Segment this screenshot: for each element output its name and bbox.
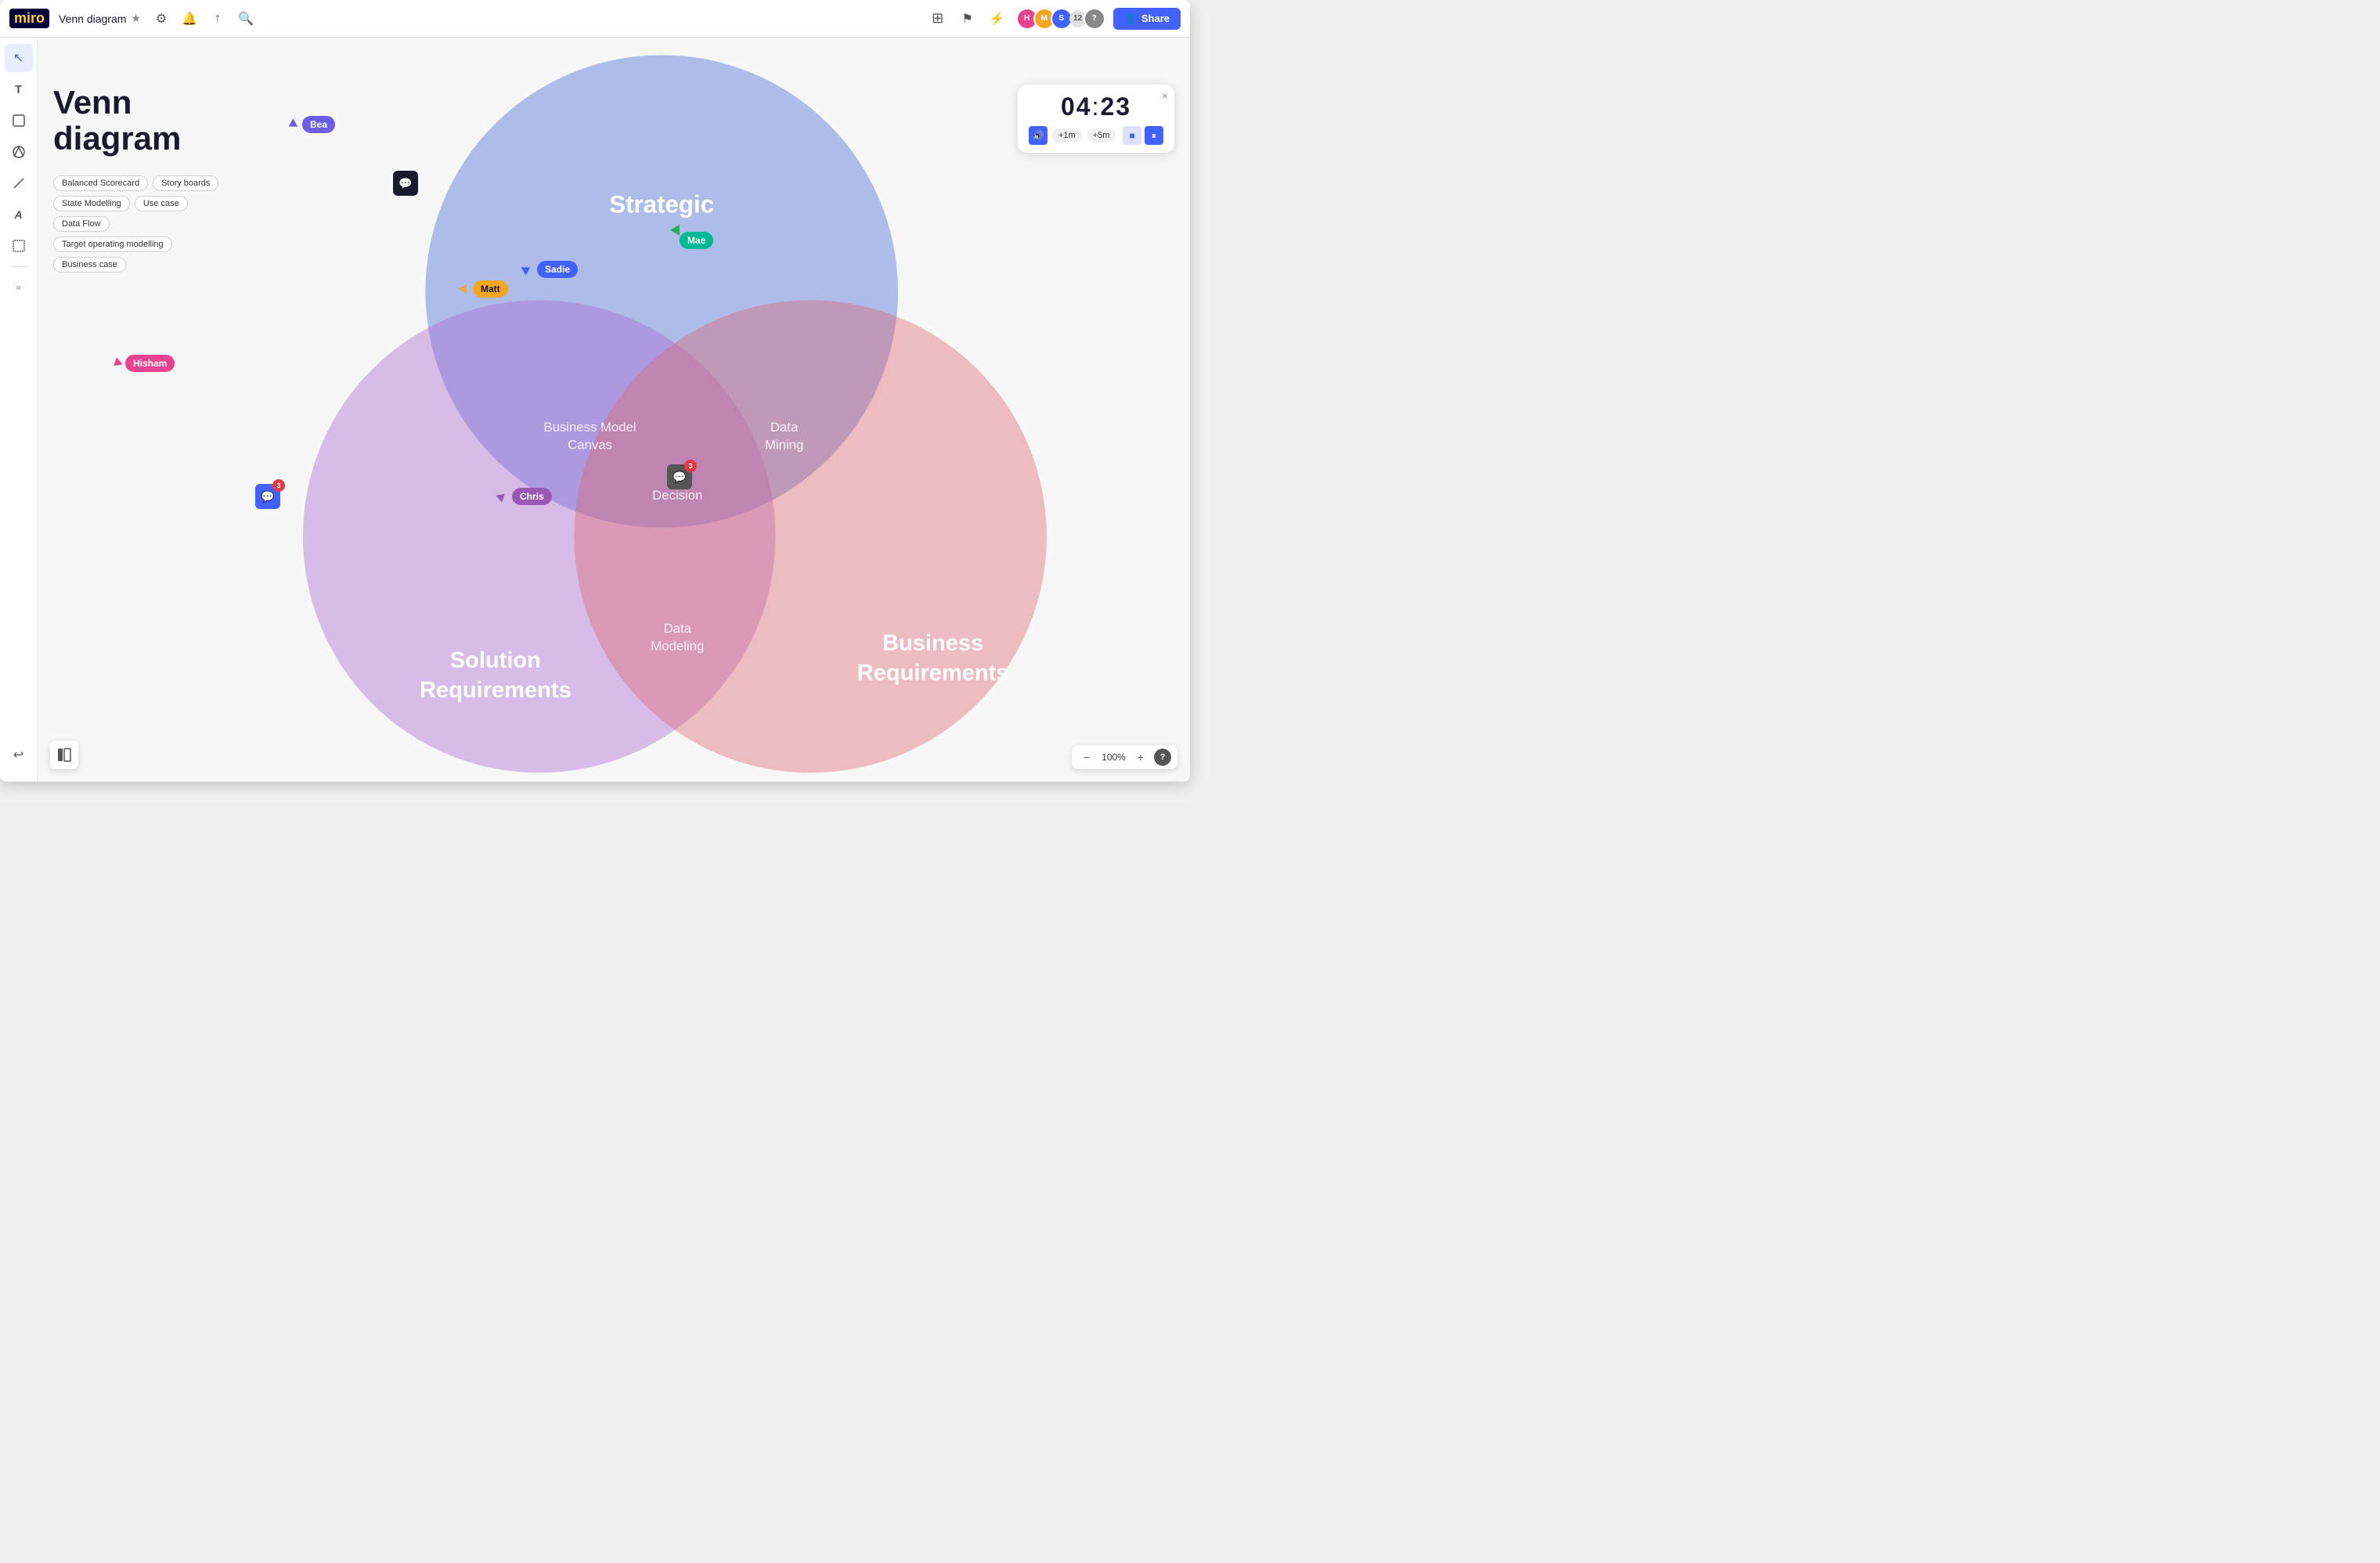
share-person-icon: 👤 <box>1124 13 1137 25</box>
zoom-controls: − 100% + ? <box>1072 745 1177 769</box>
lightning-icon[interactable]: ⚡ <box>986 8 1008 30</box>
tag-state-modelling[interactable]: State Modelling <box>53 196 130 211</box>
timer-display: 04:23 <box>1029 92 1163 121</box>
zoom-level[interactable]: 100% <box>1100 752 1127 763</box>
comment-icon-top[interactable]: 💬 <box>393 171 418 196</box>
comment-icon-right[interactable]: 💬 3 <box>667 464 692 489</box>
tool-sticky[interactable] <box>5 106 33 135</box>
canvas-left-panel: Venn diagram Balanced Scorecard Story bo… <box>53 85 225 273</box>
label-decision: Decision <box>652 488 702 503</box>
share-button[interactable]: 👤 Share <box>1113 8 1181 30</box>
tool-cursor[interactable]: ↖ <box>5 44 33 72</box>
label-business-2: Requirements <box>857 660 1009 685</box>
share-label: Share <box>1141 13 1170 24</box>
tool-undo[interactable]: ↩ <box>5 741 33 769</box>
comment-right-symbol: 💬 <box>673 471 686 484</box>
label-data-mining-2: Mining <box>765 437 803 452</box>
timer-add-5m[interactable]: +5m <box>1087 128 1116 143</box>
avatar-extra: ? <box>1084 8 1105 30</box>
grid-icon[interactable]: ⊞ <box>927 8 949 30</box>
zoom-out-button[interactable]: − <box>1078 749 1095 766</box>
comment-badge-right: 3 <box>684 460 697 472</box>
label-data-mining-1: Data <box>770 420 799 435</box>
left-sidebar: ↖ T A » ↩ <box>0 38 38 782</box>
label-strategic: Strategic <box>609 191 714 218</box>
tool-shapes[interactable] <box>5 138 33 166</box>
tag-data-flow[interactable]: Data Flow <box>53 216 110 232</box>
top-bar-right: ⊞ ⚑ ⚡ H M S 12 ? 👤 Share <box>927 8 1181 30</box>
timer-stop-btn[interactable]: ■ <box>1123 126 1141 145</box>
notifications-icon[interactable]: 🔔 <box>178 8 200 30</box>
timer-colon: : <box>1092 92 1101 121</box>
settings-icon[interactable]: ⚙ <box>150 8 172 30</box>
comment-badge-left: 3 <box>272 479 285 492</box>
timer-sound-btn[interactable]: 🔊 <box>1029 126 1048 145</box>
label-solution-2: Requirements <box>420 678 572 703</box>
tool-pen[interactable] <box>5 169 33 197</box>
circle-business <box>574 300 1047 773</box>
sidebar-separator <box>9 266 28 267</box>
label-data-modeling-1: Data <box>664 621 692 636</box>
zoom-in-button[interactable]: + <box>1132 749 1149 766</box>
tag-use-case[interactable]: Use case <box>135 196 188 211</box>
timer-add-1m[interactable]: +1m <box>1052 128 1082 143</box>
tag-balanced-scorecard[interactable]: Balanced Scorecard <box>53 175 148 191</box>
miro-logo: miro <box>9 9 49 28</box>
label-data-modeling-2: Modeling <box>651 638 704 653</box>
label-business-model-2: Canvas <box>568 437 612 452</box>
flag-icon[interactable]: ⚑ <box>957 8 979 30</box>
search-icon[interactable]: 🔍 <box>235 8 257 30</box>
doc-title: Venn diagram ★ <box>59 12 141 25</box>
diagram-title: Venn diagram <box>53 85 225 157</box>
bottom-left-controls <box>50 741 78 769</box>
top-bar-icons: ⚙ 🔔 ↑ 🔍 <box>150 8 257 30</box>
top-bar: miro Venn diagram ★ ⚙ 🔔 ↑ 🔍 ⊞ ⚑ ⚡ H M S … <box>0 0 1190 38</box>
comment-left-bottom-symbol: 💬 <box>261 490 274 504</box>
favorite-icon[interactable]: ★ <box>131 12 141 25</box>
panel-toggle-button[interactable] <box>50 741 78 769</box>
tag-business-case[interactable]: Business case <box>53 257 126 273</box>
panel-toggle-icon <box>57 748 71 762</box>
tool-font[interactable]: A <box>5 200 33 229</box>
help-button[interactable]: ? <box>1154 749 1171 766</box>
share-icon[interactable]: ↑ <box>207 8 229 30</box>
tag-target-operating[interactable]: Target operating modelling <box>53 236 172 252</box>
timer-minutes: 04 <box>1061 92 1092 121</box>
label-business-model-1: Business Model <box>543 420 636 435</box>
label-business: Business <box>882 630 983 655</box>
tool-more[interactable]: » <box>5 273 33 301</box>
document-title: Venn diagram <box>59 13 126 25</box>
label-solution: Solution <box>450 648 541 673</box>
timer-controls: 🔊 +1m +5m ■ ⏸ <box>1029 126 1163 145</box>
timer-close[interactable]: × <box>1162 89 1168 102</box>
comment-icon-left-bottom[interactable]: 💬 3 <box>255 484 280 509</box>
comment-icon-symbol: 💬 <box>398 177 412 190</box>
tag-story-boards[interactable]: Story boards <box>153 175 218 191</box>
timer-pause-btn[interactable]: ⏸ <box>1145 126 1163 145</box>
tool-frame[interactable] <box>5 232 33 260</box>
canvas-area[interactable]: Venn diagram Balanced Scorecard Story bo… <box>38 38 1190 782</box>
timer-widget: × 04:23 🔊 +1m +5m ■ ⏸ <box>1018 85 1174 153</box>
avatar-group: H M S 12 ? <box>1016 8 1105 30</box>
timer-seconds: 23 <box>1100 92 1131 121</box>
tags-container: Balanced Scorecard Story boards State Mo… <box>53 175 225 273</box>
main-area: ↖ T A » ↩ Venn diagram <box>0 38 1190 782</box>
app-container: miro Venn diagram ★ ⚙ 🔔 ↑ 🔍 ⊞ ⚑ ⚡ H M S … <box>0 0 1190 782</box>
tool-text[interactable]: T <box>5 75 33 103</box>
